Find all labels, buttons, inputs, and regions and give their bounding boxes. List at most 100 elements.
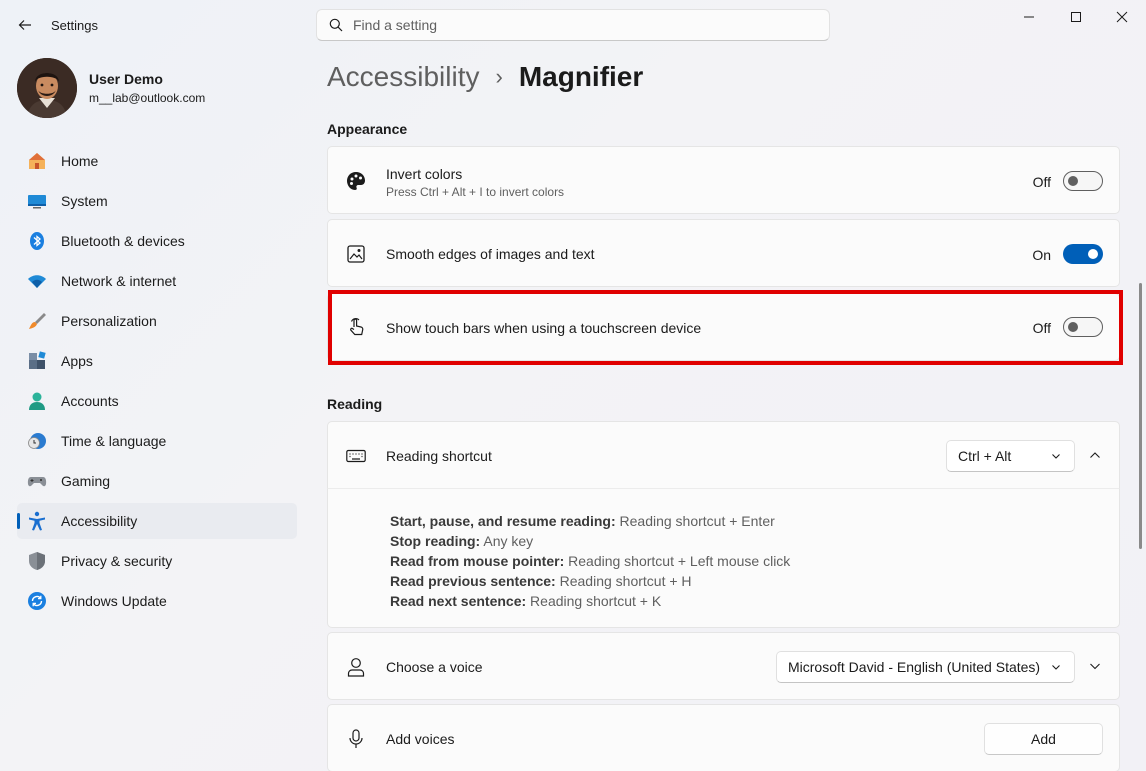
- invert-colors-description: Press Ctrl + Alt + I to invert colors: [386, 185, 565, 199]
- gamepad-icon: [27, 471, 47, 491]
- apps-icon: [27, 351, 47, 371]
- invert-colors-state: Off: [1032, 174, 1051, 190]
- minimize-icon: [1024, 16, 1034, 18]
- palette-icon: [346, 171, 366, 191]
- chevron-down-icon: [1052, 454, 1060, 459]
- shortcut-line: Read from mouse pointer: Reading shortcu…: [390, 553, 791, 569]
- touch-bars-title: Show touch bars when using a touchscreen…: [386, 320, 702, 336]
- user-email: m__lab@outlook.com: [89, 91, 206, 105]
- search-box[interactable]: [316, 9, 830, 41]
- update-icon: [27, 591, 47, 611]
- shield-icon: [27, 551, 47, 571]
- user-name: User Demo: [89, 71, 163, 87]
- invert-colors-toggle[interactable]: [1063, 171, 1103, 191]
- brush-icon: [27, 311, 47, 331]
- chevron-up-icon: [1090, 452, 1100, 458]
- sidebar-item-network-internet[interactable]: Network & internet: [17, 263, 297, 299]
- smooth-edges-state: On: [1032, 247, 1051, 263]
- breadcrumb: Accessibility › Magnifier: [327, 58, 643, 96]
- title-bar: Settings: [0, 0, 1146, 50]
- minimize-button[interactable]: [1006, 6, 1052, 28]
- sidebar-item-gaming[interactable]: Gaming: [17, 463, 297, 499]
- sidebar-item-privacy-security[interactable]: Privacy & security: [17, 543, 297, 579]
- expand-button[interactable]: [1085, 656, 1105, 676]
- sidebar-item-personalization[interactable]: Personalization: [17, 303, 297, 339]
- sidebar-item-label: Privacy & security: [61, 553, 173, 569]
- sidebar-item-label: Gaming: [61, 473, 111, 489]
- system-icon: [27, 191, 47, 211]
- scrollbar[interactable]: [1139, 283, 1142, 549]
- shortcut-line: Stop reading: Any key: [390, 533, 534, 549]
- avatar: [17, 58, 77, 118]
- add-voices-button[interactable]: Add: [984, 723, 1103, 755]
- search-input[interactable]: [353, 17, 793, 33]
- back-arrow-icon: [18, 20, 31, 30]
- wifi-icon: [27, 271, 47, 291]
- app-title: Settings: [51, 18, 98, 33]
- sidebar-item-accounts[interactable]: Accounts: [17, 383, 297, 419]
- search-icon: [329, 18, 343, 32]
- sidebar-item-label: Windows Update: [61, 593, 167, 609]
- touch-bars-toggle[interactable]: [1063, 317, 1103, 337]
- microphone-icon: [346, 729, 366, 749]
- chevron-right-icon: ›: [495, 64, 503, 89]
- smooth-edges-title: Smooth edges of images and text: [386, 246, 595, 262]
- sidebar-item-label: Apps: [61, 353, 93, 369]
- appearance-section-title: Appearance: [327, 121, 408, 137]
- user-profile[interactable]: User Demo m__lab@outlook.com: [17, 58, 205, 118]
- shortcut-line: Start, pause, and resume reading: Readin…: [390, 513, 775, 529]
- home-icon: [27, 151, 47, 171]
- choose-voice-title: Choose a voice: [386, 659, 483, 675]
- voice-dropdown[interactable]: Microsoft David - English (United States…: [776, 651, 1075, 683]
- close-button[interactable]: [1099, 6, 1145, 28]
- reading-shortcut-card[interactable]: Reading shortcut Ctrl + Alt: [327, 421, 1120, 489]
- choose-voice-card[interactable]: Choose a voice Microsoft David - English…: [327, 632, 1120, 700]
- sidebar-item-label: Bluetooth & devices: [61, 233, 185, 249]
- smooth-edges-toggle[interactable]: [1063, 244, 1103, 264]
- close-icon: [1116, 11, 1128, 23]
- maximize-button[interactable]: [1053, 6, 1099, 28]
- image-edges-icon: [346, 244, 366, 264]
- clock-globe-icon: [27, 431, 47, 451]
- voice-value: Microsoft David - English (United States…: [788, 659, 1041, 675]
- accounts-icon: [27, 391, 47, 411]
- sidebar-item-time-language[interactable]: Time & language: [17, 423, 297, 459]
- touch-hand-icon: [346, 317, 366, 337]
- page-title: Magnifier: [518, 61, 644, 92]
- sidebar-nav: Home System Bluetooth & devices Network …: [17, 143, 297, 623]
- sidebar-item-home[interactable]: Home: [17, 143, 297, 179]
- shortcut-line: Read previous sentence: Reading shortcut…: [390, 573, 692, 589]
- sidebar-item-label: Accounts: [61, 393, 119, 409]
- sidebar-item-label: Home: [61, 153, 99, 169]
- chevron-down-icon: [1052, 665, 1060, 670]
- reading-shortcut-dropdown[interactable]: Ctrl + Alt: [946, 440, 1075, 472]
- sidebar-item-apps[interactable]: Apps: [17, 343, 297, 379]
- reading-shortcut-title: Reading shortcut: [386, 448, 492, 464]
- sidebar-item-label: Personalization: [61, 313, 157, 329]
- touch-bars-state: Off: [1032, 320, 1051, 336]
- reading-shortcut-value: Ctrl + Alt: [958, 448, 1012, 464]
- sidebar-item-label: Accessibility: [61, 513, 138, 529]
- maximize-icon: [1071, 12, 1081, 22]
- touch-bars-card: Show touch bars when using a touchscreen…: [327, 293, 1120, 361]
- reading-section-title: Reading: [327, 396, 383, 412]
- sidebar-item-label: System: [61, 193, 108, 209]
- chevron-down-icon: [1090, 663, 1100, 670]
- sidebar-item-accessibility[interactable]: Accessibility: [17, 503, 297, 539]
- add-voices-card: Add voices Add: [327, 704, 1120, 771]
- sidebar-item-bluetooth-devices[interactable]: Bluetooth & devices: [17, 223, 297, 259]
- reading-shortcut-details: Start, pause, and resume reading: Readin…: [327, 488, 1120, 628]
- breadcrumb-parent[interactable]: Accessibility: [327, 61, 479, 93]
- accessibility-icon: [27, 511, 47, 531]
- shortcut-line: Read next sentence: Reading shortcut + K: [390, 593, 662, 609]
- add-voices-title: Add voices: [386, 731, 455, 747]
- keyboard-icon: [346, 446, 366, 466]
- bluetooth-icon: [27, 231, 47, 251]
- sidebar-item-system[interactable]: System: [17, 183, 297, 219]
- person-icon: [346, 657, 366, 677]
- sidebar-item-windows-update[interactable]: Windows Update: [17, 583, 297, 619]
- back-button[interactable]: [14, 14, 36, 36]
- smooth-edges-card: Smooth edges of images and text On: [327, 219, 1120, 287]
- invert-colors-card: Invert colors Press Ctrl + Alt + I to in…: [327, 146, 1120, 214]
- collapse-button[interactable]: [1085, 445, 1105, 465]
